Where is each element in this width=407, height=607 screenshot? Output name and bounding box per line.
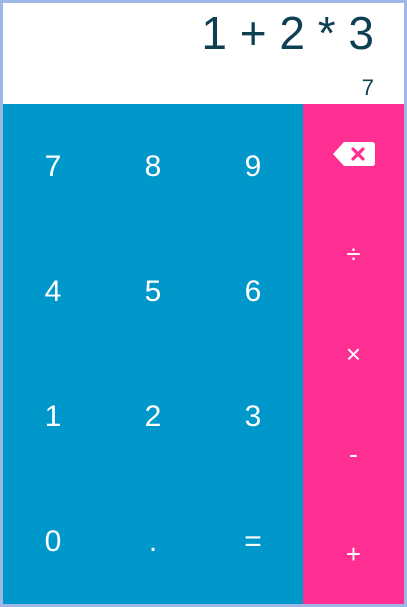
key-label: 8 [144,149,162,183]
key-2[interactable]: 2 [103,354,203,479]
divide-label: ÷ [346,238,361,269]
key-label: = [244,524,262,558]
backspace-button[interactable] [303,104,404,204]
key-equals[interactable]: = [203,479,303,604]
key-4[interactable]: 4 [3,229,103,354]
key-8[interactable]: 8 [103,104,203,229]
multiply-label: × [345,338,362,369]
key-decimal[interactable]: . [103,479,203,604]
key-label: 3 [244,399,262,433]
key-label: 4 [44,274,62,308]
key-0[interactable]: 0 [3,479,103,604]
key-label: 6 [244,274,262,308]
expression-text: 1 + 2 * 3 [201,7,374,59]
result-text: 7 [361,75,374,100]
operator-panel: ÷ × - + [303,104,404,604]
numpad: 7 8 9 4 5 6 1 2 3 0 . = [3,104,303,604]
key-7[interactable]: 7 [3,104,103,229]
divide-button[interactable]: ÷ [303,204,404,304]
key-9[interactable]: 9 [203,104,303,229]
key-3[interactable]: 3 [203,354,303,479]
calculator-app: 1 + 2 * 3 7 7 8 9 4 5 6 1 2 3 0 . = ÷ × … [0,0,407,607]
key-1[interactable]: 1 [3,354,103,479]
key-label: 5 [144,274,162,308]
key-label: 7 [44,149,62,183]
display-panel: 1 + 2 * 3 7 [3,3,404,104]
add-button[interactable]: + [303,504,404,604]
key-label: 1 [44,399,62,433]
key-label: 9 [244,149,262,183]
key-label: 2 [144,399,162,433]
key-5[interactable]: 5 [103,229,203,354]
multiply-button[interactable]: × [303,304,404,404]
key-label: . [148,524,158,558]
key-label: 0 [44,524,62,558]
key-6[interactable]: 6 [203,229,303,354]
add-label: + [345,538,362,569]
subtract-label: - [349,438,358,469]
backspace-icon [332,142,375,166]
subtract-button[interactable]: - [303,404,404,504]
